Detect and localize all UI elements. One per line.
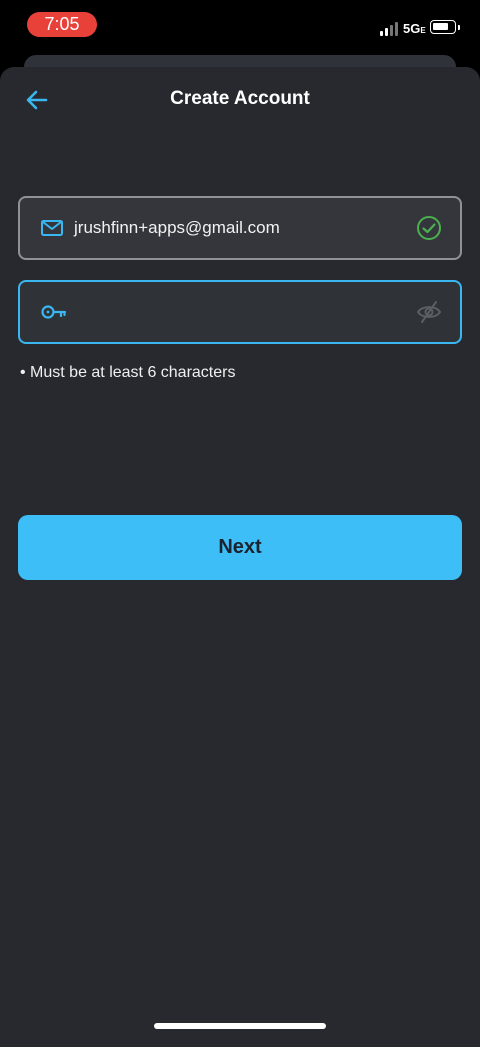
- password-requirement-hint: • Must be at least 6 characters: [20, 364, 236, 381]
- network-type: 5GE: [403, 21, 426, 36]
- status-time: 7:05: [27, 12, 97, 37]
- battery-icon: [430, 20, 456, 34]
- home-indicator[interactable]: [154, 1023, 326, 1029]
- cellular-signal-icon: [380, 22, 400, 36]
- eye-off-icon[interactable]: [416, 299, 442, 325]
- password-input[interactable]: [74, 292, 408, 334]
- email-value: jrushfinn+apps@gmail.com: [74, 218, 280, 237]
- page-title: Create Account: [170, 88, 310, 109]
- check-circle-icon: [417, 216, 441, 240]
- email-field[interactable]: jrushfinn+apps@gmail.com: [18, 196, 462, 260]
- key-icon: [41, 305, 67, 319]
- password-field[interactable]: [18, 280, 462, 344]
- status-bar: 7:05 5GE: [0, 0, 480, 50]
- envelope-icon: [41, 220, 63, 236]
- next-button[interactable]: Next: [18, 515, 462, 580]
- battery-cap: [458, 25, 460, 30]
